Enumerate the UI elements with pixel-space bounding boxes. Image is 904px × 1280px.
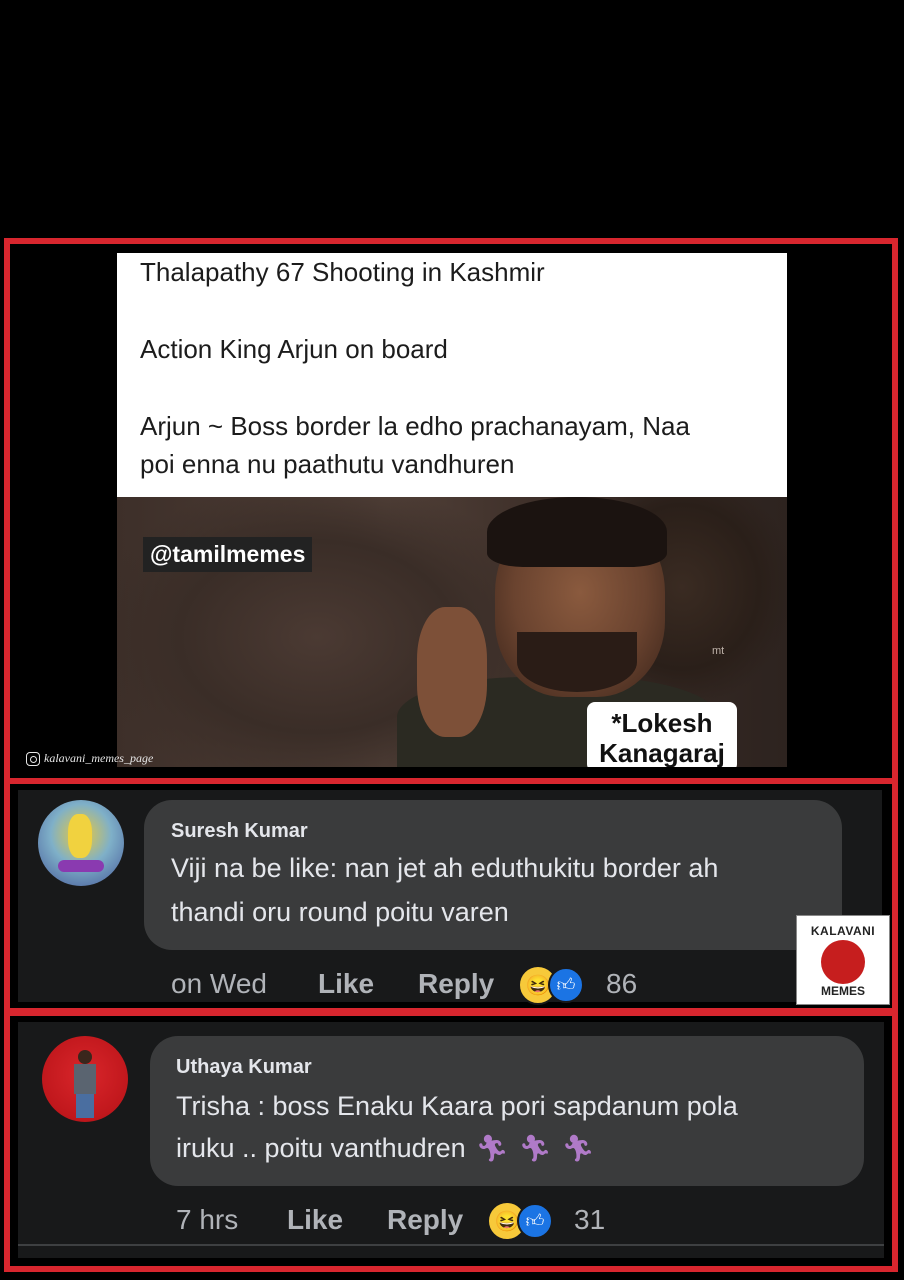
instagram-credit: kalavani_memes_page — [26, 751, 153, 766]
avatar-figure-body — [74, 1064, 96, 1094]
reply-button[interactable]: Reply — [387, 1204, 463, 1236]
meme-photo: @tamilmemes mt *Lokesh Kanagaraj — [117, 497, 787, 767]
avatar-figure-legs — [76, 1094, 94, 1118]
caption-label-line1: *Lokesh — [611, 708, 713, 738]
kalavani-memes-logo: KALAVANI MEMES — [796, 915, 890, 1005]
watermark-label: @tamilmemes — [143, 537, 313, 572]
logo-top-text: KALAVANI — [810, 924, 876, 938]
like-icon: 👍︎ — [548, 967, 584, 1003]
caption-label: *Lokesh Kanagaraj — [587, 702, 737, 767]
meme-line-2: Action King Arjun on board — [140, 334, 448, 364]
instagram-icon — [26, 751, 40, 766]
comment-text-line2-row: iruku .. poitu vanthudren 🏃︎ 🏃︎ 🏃︎ — [176, 1126, 595, 1170]
photo-beard — [517, 632, 637, 692]
reaction-count[interactable]: 86 — [606, 968, 637, 1000]
divider — [18, 1244, 884, 1246]
like-button[interactable]: Like — [287, 1204, 343, 1236]
meme-line-1: Thalapathy 67 Shooting in Kashmir — [140, 257, 545, 287]
comment-text-line2: thandi oru round poitu varen — [171, 897, 509, 927]
photo-hand — [417, 607, 487, 737]
comment-author[interactable]: Uthaya Kumar — [176, 1056, 312, 1079]
comment-text-line1: Viji na be like: nan jet ah eduthukitu b… — [171, 853, 719, 883]
comment-text-line2: iruku .. poitu vanthudren — [176, 1133, 466, 1163]
meme-caption-panel: Thalapathy 67 Shooting in Kashmir Action… — [117, 253, 787, 497]
instagram-handle: kalavani_memes_page — [44, 751, 154, 765]
running-person-icon: 🏃︎ — [561, 1133, 595, 1163]
photo-hair — [487, 497, 667, 567]
caption-label-line2: Kanagaraj — [599, 738, 725, 767]
avatar-figure — [68, 814, 92, 858]
comment-timestamp[interactable]: 7 hrs — [176, 1204, 238, 1236]
avatar[interactable] — [38, 800, 124, 886]
comment-text-line1: Trisha : boss Enaku Kaara pori sapdanum … — [176, 1091, 738, 1121]
comment-timestamp[interactable]: on Wed — [171, 968, 267, 1000]
small-watermark: mt — [712, 645, 725, 657]
meme-line-4: poi enna nu paathutu vandhuren — [140, 449, 515, 479]
avatar-figure-head — [78, 1050, 92, 1064]
avatar[interactable] — [42, 1036, 128, 1122]
reaction-count[interactable]: 31 — [574, 1204, 605, 1236]
logo-bottom-text: MEMES — [820, 984, 865, 998]
logo-emblem-icon — [821, 940, 865, 984]
avatar-badge — [58, 860, 104, 872]
running-person-icon: 🏃︎ — [518, 1133, 552, 1163]
like-button[interactable]: Like — [318, 968, 374, 1000]
comment-author[interactable]: Suresh Kumar — [171, 820, 308, 843]
running-person-icon: 🏃︎ — [475, 1133, 509, 1163]
like-icon: 👍︎ — [517, 1203, 553, 1239]
reply-button[interactable]: Reply — [418, 968, 494, 1000]
reactions[interactable]: 😆 👍︎ — [487, 1201, 553, 1241]
meme-line-3: Arjun ~ Boss border la edho prachanayam,… — [140, 411, 690, 441]
reactions[interactable]: 😆 👍︎ — [518, 965, 584, 1005]
